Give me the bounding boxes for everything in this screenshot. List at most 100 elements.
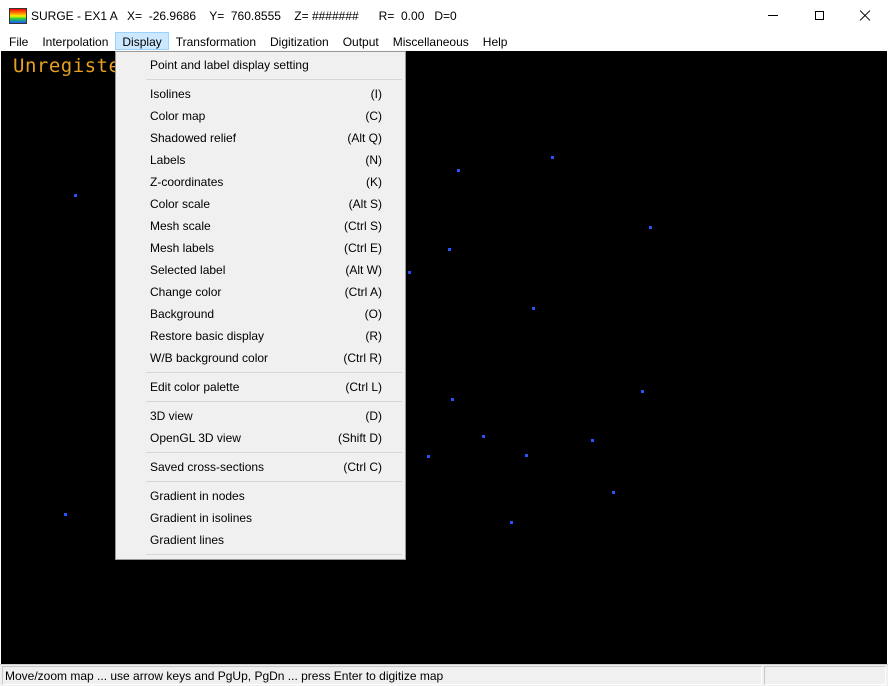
- menu-item-shortcut: (R): [365, 329, 382, 343]
- menu-interpolation[interactable]: Interpolation: [35, 32, 115, 50]
- menu-item-mesh-scale[interactable]: Mesh scale (Ctrl S): [118, 215, 403, 237]
- menu-item-gradient-in-isolines[interactable]: Gradient in isolines: [118, 507, 403, 529]
- menu-item-shortcut: (Ctrl L): [345, 380, 382, 394]
- display-menu-dropdown: Point and label display setting Isolines (…: [115, 51, 406, 560]
- data-point: [448, 248, 451, 251]
- menu-item-label: Shadowed relief: [150, 131, 237, 145]
- menu-separator: [146, 481, 402, 482]
- menu-separator: [146, 79, 402, 80]
- menu-item-point-and-label-display-setting[interactable]: Point and label display setting: [118, 54, 403, 76]
- menu-item-label: Restore basic display: [150, 329, 265, 343]
- status-bar: Move/zoom map ... use arrow keys and PgU…: [0, 664, 888, 686]
- data-point: [74, 194, 77, 197]
- menu-item-label: Z-coordinates: [150, 175, 224, 189]
- menu-item-shortcut: (K): [366, 175, 382, 189]
- menu-item-shortcut: (Ctrl C): [343, 460, 382, 474]
- surge-app-icon[interactable]: [9, 8, 27, 24]
- menu-item-shortcut: (Alt S): [348, 197, 382, 211]
- menu-output[interactable]: Output: [336, 32, 386, 50]
- menu-item-3d-view[interactable]: 3D view (D): [118, 405, 403, 427]
- menu-item-restore-basic-display[interactable]: Restore basic display (R): [118, 325, 403, 347]
- menu-help[interactable]: Help: [476, 32, 515, 50]
- minimize-icon: [768, 15, 778, 16]
- menu-item-labels[interactable]: Labels (N): [118, 149, 403, 171]
- menu-transformation[interactable]: Transformation: [169, 32, 263, 50]
- menu-miscellaneous[interactable]: Miscellaneous: [386, 32, 476, 50]
- menu-item-shadowed-relief[interactable]: Shadowed relief (Alt Q): [118, 127, 403, 149]
- menu-item-shortcut: (Ctrl E): [344, 241, 382, 255]
- title-bar: SURGE - EX1 A X= -26.9686 Y= 760.8555 Z=…: [0, 0, 888, 31]
- menu-item-edit-color-palette[interactable]: Edit color palette (Ctrl L): [118, 376, 403, 398]
- menu-item-label: Saved cross-sections: [150, 460, 265, 474]
- menu-item-opengl-3d-view[interactable]: OpenGL 3D view (Shift D): [118, 427, 403, 449]
- menu-item-label: Color map: [150, 109, 206, 123]
- menu-separator: [146, 401, 402, 402]
- menu-separator: [146, 452, 402, 453]
- menu-bar: File Interpolation Display Transformation Di…: [0, 31, 888, 51]
- menu-item-color-scale[interactable]: Color scale (Alt S): [118, 193, 403, 215]
- menu-item-label: Color scale: [150, 197, 211, 211]
- menu-item-label: Edit color palette: [150, 380, 240, 394]
- menu-item-shortcut: (Ctrl R): [343, 351, 382, 365]
- menu-file[interactable]: File: [2, 32, 35, 50]
- data-point: [64, 513, 67, 516]
- menu-item-label: Mesh labels: [150, 241, 215, 255]
- menu-item-shortcut: (I): [370, 87, 382, 101]
- menu-item-selected-label[interactable]: Selected label (Alt W): [118, 259, 403, 281]
- menu-item-mesh-labels[interactable]: Mesh labels (Ctrl E): [118, 237, 403, 259]
- menu-item-label: Point and label display setting: [150, 58, 309, 72]
- menu-item-saved-cross-sections[interactable]: Saved cross-sections (Ctrl C): [118, 456, 403, 478]
- menu-item-shortcut: (Ctrl A): [344, 285, 382, 299]
- menu-separator: [146, 372, 402, 373]
- data-point: [532, 307, 535, 310]
- menu-item-shortcut: (Alt W): [345, 263, 382, 277]
- maximize-button[interactable]: [796, 0, 842, 31]
- menu-item-w-b-background-color[interactable]: W/B background color (Ctrl R): [118, 347, 403, 369]
- menu-item-label: Isolines: [150, 87, 191, 101]
- data-point: [591, 439, 594, 442]
- menu-item-z-coordinates[interactable]: Z-coordinates (K): [118, 171, 403, 193]
- menu-item-label: Change color: [150, 285, 222, 299]
- menu-item-label: Background: [150, 307, 215, 321]
- data-point: [482, 435, 485, 438]
- data-point: [551, 156, 554, 159]
- menu-digitization[interactable]: Digitization: [263, 32, 336, 50]
- menu-item-color-map[interactable]: Color map (C): [118, 105, 403, 127]
- menu-item-label: Mesh scale: [150, 219, 211, 233]
- menu-item-label: 3D view: [150, 409, 193, 423]
- menu-item-label: W/B background color: [150, 351, 269, 365]
- data-point: [649, 226, 652, 229]
- menu-item-background[interactable]: Background (O): [118, 303, 403, 325]
- status-pane-secondary: [764, 666, 886, 685]
- menu-item-change-color[interactable]: Change color (Ctrl A): [118, 281, 403, 303]
- data-point: [612, 491, 615, 494]
- data-point: [510, 521, 513, 524]
- data-point: [451, 398, 454, 401]
- close-icon: [859, 10, 871, 22]
- data-point: [408, 271, 411, 274]
- menu-item-gradient-lines[interactable]: Gradient lines: [118, 529, 403, 551]
- menu-item-label: Labels: [150, 153, 186, 167]
- data-point: [641, 390, 644, 393]
- maximize-icon: [814, 11, 824, 20]
- menu-item-shortcut: (Shift D): [337, 431, 382, 445]
- menu-item-shortcut: (O): [364, 307, 382, 321]
- window-title: SURGE - EX1 A X= -26.9686 Y= 760.8555 Z=…: [31, 9, 457, 23]
- menu-item-label: Gradient in isolines: [150, 511, 253, 525]
- status-message: Move/zoom map ... use arrow keys and PgU…: [2, 666, 762, 685]
- menu-item-shortcut: (Ctrl S): [344, 219, 382, 233]
- menu-item-shortcut: (C): [365, 109, 382, 123]
- data-point: [525, 454, 528, 457]
- menu-item-label: Gradient in nodes: [150, 489, 245, 503]
- menu-item-isolines[interactable]: Isolines (I): [118, 83, 403, 105]
- minimize-button[interactable]: [750, 0, 796, 31]
- menu-display[interactable]: Display: [115, 32, 169, 50]
- close-button[interactable]: [842, 0, 888, 31]
- menu-item-shortcut: (Alt Q): [347, 131, 382, 145]
- menu-item-label: OpenGL 3D view: [150, 431, 241, 445]
- menu-item-gradient-in-nodes[interactable]: Gradient in nodes: [118, 485, 403, 507]
- menu-item-label: Selected label: [150, 263, 226, 277]
- data-point: [427, 455, 430, 458]
- unregistered-watermark: Unregiste: [13, 55, 121, 77]
- menu-item-shortcut: (D): [365, 409, 382, 423]
